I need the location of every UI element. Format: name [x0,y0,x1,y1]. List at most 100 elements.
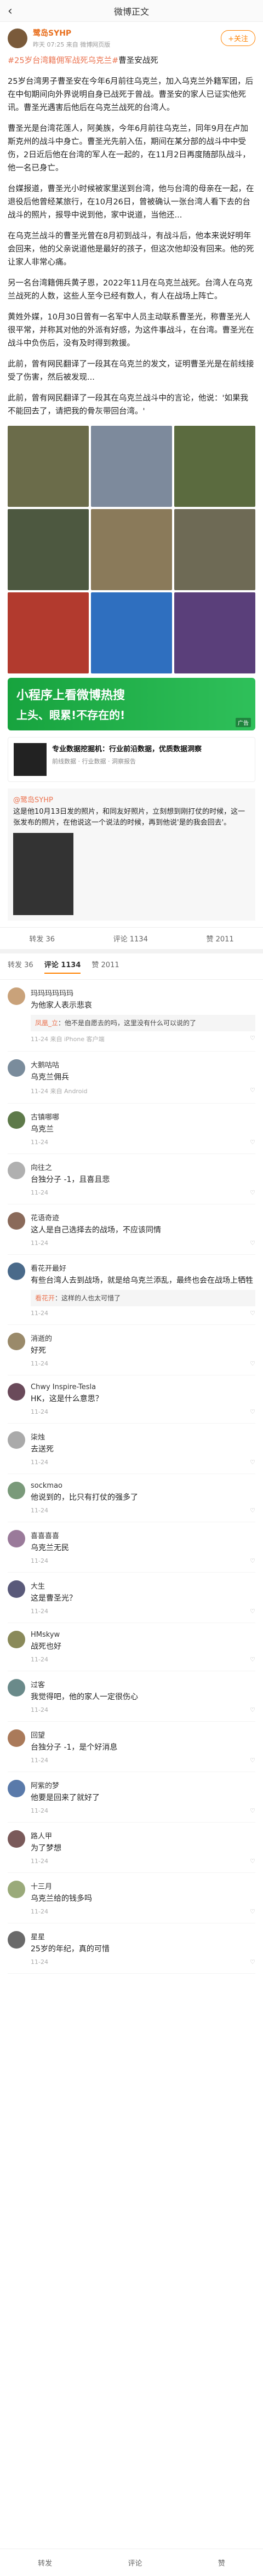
post-photo[interactable] [91,426,172,507]
comment-item: 消逝的 好死 11-24 ♡ [8,1325,255,1375]
commenter-name[interactable]: 看花开最好 [31,1263,255,1273]
like-button[interactable]: 赞 2011 [206,933,233,944]
commenter-name[interactable]: 阿紫的梦 [31,1780,255,1790]
commenter-name[interactable]: 向往之 [31,1162,255,1172]
tab-forward[interactable]: 转发 36 [8,959,33,974]
post-photo[interactable] [8,426,89,507]
mini-program-ad[interactable]: 小程序上看微博热搜 上头、眼累!不存在的! 广告 [8,678,255,730]
comment-like-icon[interactable]: ♡ [250,1459,255,1466]
commenter-avatar[interactable] [8,1383,25,1401]
reply-author[interactable]: 凤凰_立 [35,1019,58,1027]
comment-like-icon[interactable]: ♡ [250,1408,255,1415]
post-photo[interactable] [174,426,255,507]
comment-body: sockmao 他说到的，比只有打仗的强多了 11-24 ♡ [31,1482,255,1514]
commenter-avatar[interactable] [8,1830,25,1848]
commenter-avatar[interactable] [8,1881,25,1898]
commenter-avatar[interactable] [8,987,25,1005]
author-name[interactable]: 鹭岛SYHP [33,27,221,38]
commenter-avatar[interactable] [8,1631,25,1648]
comment-like-icon[interactable]: ♡ [250,1608,255,1615]
comment-body: 玛玛玛玛玛玛 为他家人表示悲哀 凤凰_立：他不是自愿去的吗，这里没有什么可以说的了 1… [31,987,255,1043]
comment-reply[interactable]: 凤凰_立：他不是自愿去的吗，这里没有什么可以说的了 [31,1015,255,1031]
quoted-post[interactable]: @鹭岛SYHP 这是他10月13日发的照片，和同友好照片，立刻想到刚打仗的时候，… [8,789,255,921]
back-icon[interactable]: ‹ [8,4,13,18]
commenter-avatar[interactable] [8,1162,25,1179]
bottom-comment-button[interactable]: 评论 [128,2557,142,2568]
quoted-photo[interactable] [13,833,73,915]
comment-like-icon[interactable]: ♡ [250,1908,255,1915]
comment-reply[interactable]: 看花开：这样的人也太可惜了 [31,1290,255,1306]
commenter-avatar[interactable] [8,1263,25,1280]
post-photo[interactable] [174,592,255,673]
follow-button[interactable]: +关注 [221,30,255,46]
comment-like-icon[interactable]: ♡ [250,1240,255,1247]
commenter-name[interactable]: 玛玛玛玛玛玛 [31,987,255,998]
comment-item: 十三月 乌克兰给的钱多吗 11-24 ♡ [8,1873,255,1923]
post-photo[interactable] [8,509,89,590]
bottom-forward-button[interactable]: 转发 [38,2557,52,2568]
commenter-name[interactable]: 消逝的 [31,1333,255,1343]
commenter-name[interactable]: 花语奇迹 [31,1212,255,1223]
commenter-avatar[interactable] [8,1111,25,1129]
comment-like-icon[interactable]: ♡ [250,1958,255,1966]
link-card[interactable]: 专业数据挖掘机：行业前沿数据，优质数据洞察 前线数据 · 行业数据 · 洞察报告 [8,737,255,782]
commenter-name[interactable]: 柒烛 [31,1431,255,1442]
commenter-name[interactable]: 路人甲 [31,1830,255,1841]
comment-meta: 11-24 来自 iPhone 客户端 [31,1036,105,1043]
comment-like-icon[interactable]: ♡ [250,1757,255,1764]
commenter-name[interactable]: 大生 [31,1580,255,1591]
commenter-avatar[interactable] [8,1431,25,1449]
commenter-avatar[interactable] [8,1212,25,1230]
commenter-name[interactable]: sockmao [31,1482,255,1490]
commenter-avatar[interactable] [8,1530,25,1547]
comment-text: 这人是自己选择去的战场，不应该同情 [31,1226,161,1235]
comment-like-icon[interactable]: ♡ [250,1706,255,1713]
commenter-name[interactable]: 回望 [31,1729,255,1740]
comment-like-icon[interactable]: ♡ [250,1807,255,1814]
reply-author[interactable]: 看花开 [35,1294,55,1302]
tab-like[interactable]: 赞 2011 [92,959,119,974]
commenter-avatar[interactable] [8,1059,25,1077]
commenter-avatar[interactable] [8,1482,25,1499]
quoted-author[interactable]: @鹭岛SYHP [13,794,250,804]
commenter-name[interactable]: Chwy Inspire-Tesla [31,1383,255,1391]
comment-like-icon[interactable]: ♡ [250,1087,255,1095]
post-photo[interactable] [91,509,172,590]
comment-like-icon[interactable]: ♡ [250,1507,255,1514]
commenter-name[interactable]: 大鹅咕咕 [31,1059,255,1070]
commenter-name[interactable]: 星星 [31,1931,255,1941]
commenter-avatar[interactable] [8,1333,25,1350]
comment-like-icon[interactable]: ♡ [250,1360,255,1367]
comment-like-icon[interactable]: ♡ [250,1139,255,1146]
hashtag-link[interactable]: #25岁台湾籍佣军战死乌克兰# [8,56,118,65]
comment-like-icon[interactable]: ♡ [250,1310,255,1317]
commenter-avatar[interactable] [8,1780,25,1797]
author-avatar[interactable] [8,28,27,48]
post-photo[interactable] [91,592,172,673]
commenter-name[interactable]: 古镇哪哪 [31,1111,255,1122]
post-paragraph: 此前，曾有网民翻译了一段其在乌克兰的发文，证明曹圣光是在前线接受了伤害，然后被发… [8,360,254,382]
comment-like-icon[interactable]: ♡ [250,1557,255,1564]
post-photo[interactable] [174,509,255,590]
comment-meta: 11-24 [31,1656,48,1663]
commenter-avatar[interactable] [8,1729,25,1747]
commenter-avatar[interactable] [8,1679,25,1697]
commenter-avatar[interactable] [8,1931,25,1949]
comment-button[interactable]: 评论 1134 [113,933,148,944]
comment-body: 回望 台独分子 -1，是个好消息 11-24 ♡ [31,1729,255,1764]
comment-like-icon[interactable]: ♡ [250,1189,255,1196]
bottom-like-button[interactable]: 赞 [218,2557,225,2568]
comment-like-icon[interactable]: ♡ [250,1656,255,1663]
forward-button[interactable]: 转发 36 [29,933,55,944]
commenter-avatar[interactable] [8,1580,25,1598]
comment-like-icon[interactable]: ♡ [250,1035,255,1043]
commenter-name[interactable]: 过客 [31,1679,255,1689]
post-photo[interactable] [8,592,89,673]
comment-body: HMskyw 战死也好 11-24 ♡ [31,1631,255,1663]
comment-text: 他要是回来了就好了 [31,1794,100,1802]
commenter-name[interactable]: HMskyw [31,1631,255,1639]
comment-like-icon[interactable]: ♡ [250,1858,255,1865]
tab-comment[interactable]: 评论 1134 [44,959,81,974]
commenter-name[interactable]: 十三月 [31,1881,255,1891]
commenter-name[interactable]: 喜喜喜喜 [31,1530,255,1540]
